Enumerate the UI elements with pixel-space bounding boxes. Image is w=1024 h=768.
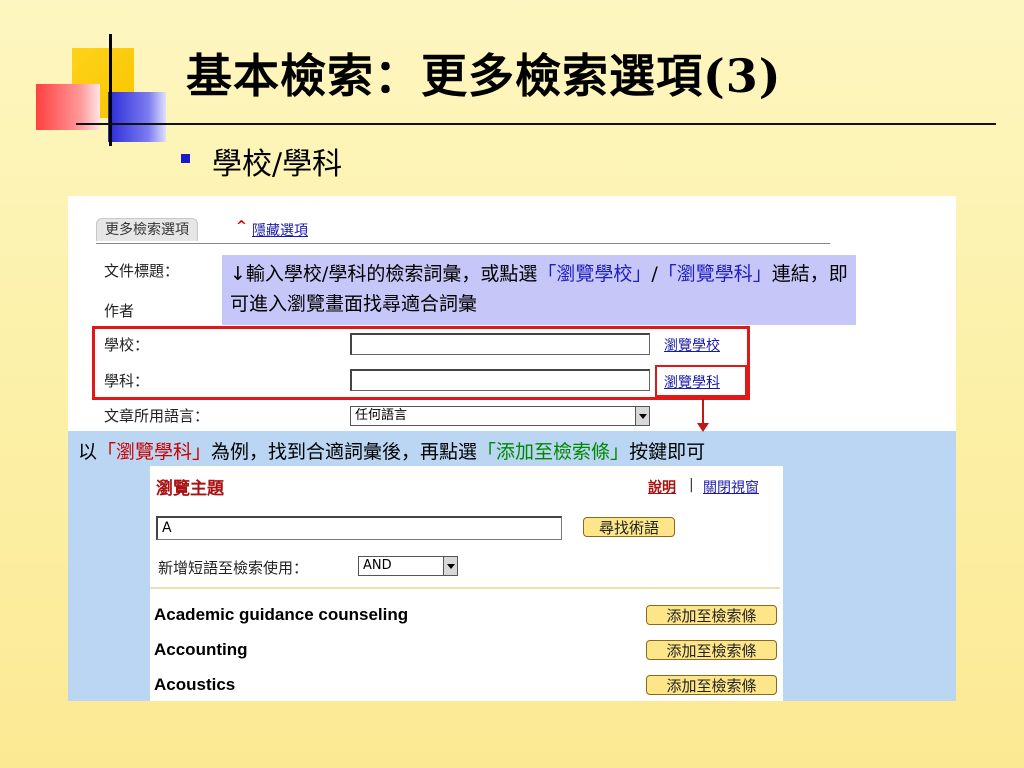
term-item[interactable]: Accounting <box>154 640 248 660</box>
close-window-link[interactable]: 關閉視窗 <box>703 477 759 497</box>
hide-options-link[interactable]: 隱藏選項 <box>252 220 308 240</box>
bullet-square-icon <box>181 154 190 163</box>
link-separator: | <box>689 477 694 493</box>
caret-up-icon: ^ <box>236 219 247 234</box>
language-select[interactable]: 任何語言 <box>350 406 650 426</box>
subject-label: 學科： <box>104 372 150 390</box>
browse-school-link[interactable]: 瀏覽學校 <box>664 335 720 355</box>
browse-title: 瀏覽主題 <box>156 479 224 499</box>
school-input[interactable] <box>350 333 650 355</box>
term-item[interactable]: Academic guidance counseling <box>154 605 408 625</box>
slide-title: 基本檢索：更多檢索選項(3) <box>186 49 782 103</box>
title-underline <box>76 123 996 125</box>
add-to-search-button[interactable]: 添加至檢索條 <box>646 675 777 695</box>
term-item[interactable]: Acoustics <box>154 675 235 695</box>
browse-window <box>150 466 783 701</box>
operator-select[interactable]: AND <box>358 556 458 576</box>
add-phrase-label: 新增短語至檢索使用： <box>158 559 309 577</box>
doc-title-label: 文件標題： <box>104 262 180 280</box>
more-options-tab[interactable]: 更多檢索選項 <box>96 218 198 241</box>
caption-text: 以「瀏覽學科」為例，找到合適詞彙後，再點選「添加至檢索條」按鍵即可 <box>78 441 706 463</box>
logo-blue-block <box>108 92 166 142</box>
tip-text: ↓輸入學校/學科的檢索詞彙，或點選「瀏覽學校」/「瀏覽學科」連結，即可進入瀏覽畫… <box>230 263 848 315</box>
logo-vertical-line <box>109 34 112 146</box>
add-to-search-button[interactable]: 添加至檢索條 <box>646 605 777 625</box>
find-terms-button[interactable]: 尋找術語 <box>583 517 675 537</box>
tab-divider <box>96 243 830 244</box>
term-search-input[interactable]: A <box>156 516 562 540</box>
pointer-arrow-line <box>702 399 704 425</box>
author-label: 作者 <box>104 302 135 320</box>
add-to-search-button[interactable]: 添加至檢索條 <box>646 640 777 660</box>
chevron-down-icon[interactable] <box>635 407 649 425</box>
help-link[interactable]: 說明 <box>648 477 676 497</box>
browse-divider <box>150 587 780 589</box>
operator-select-value: AND <box>363 558 392 573</box>
bullet-text: 學校/學科 <box>212 147 343 182</box>
language-select-value: 任何語言 <box>355 408 408 423</box>
browse-subject-link[interactable]: 瀏覽學科 <box>664 372 720 392</box>
chevron-down-icon[interactable] <box>443 557 457 575</box>
school-label: 學校： <box>104 336 150 354</box>
language-label: 文章所用語言： <box>104 407 210 425</box>
arrow-down-icon <box>697 423 709 432</box>
subject-input[interactable] <box>350 369 650 391</box>
